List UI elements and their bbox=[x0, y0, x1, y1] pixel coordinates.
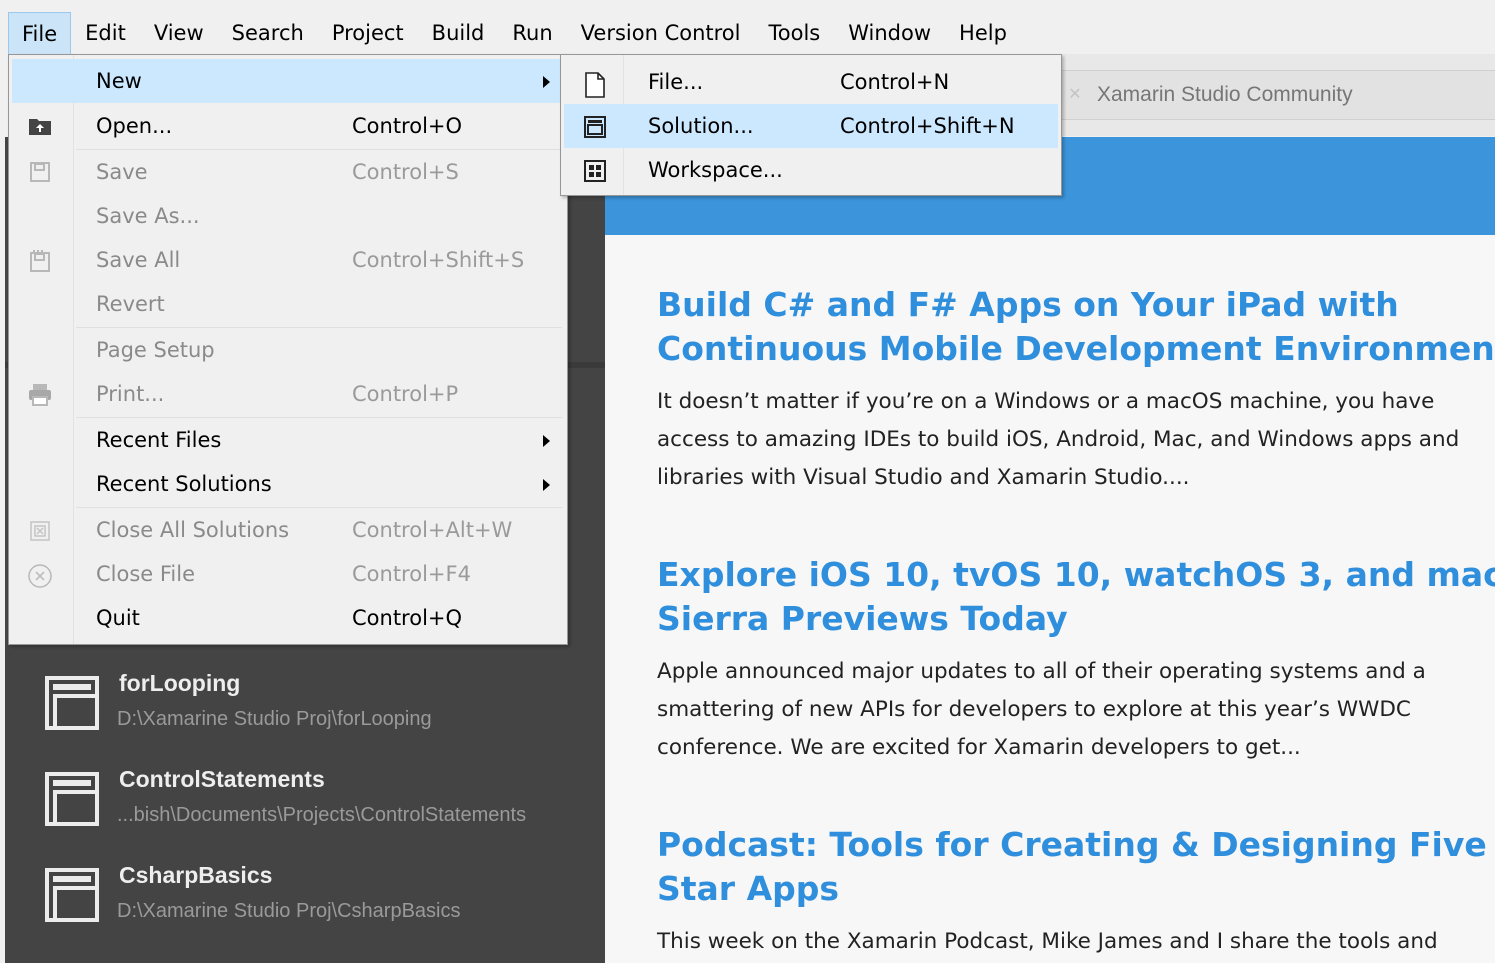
menu-item-new[interactable]: New bbox=[12, 59, 564, 103]
news-feed: Build C# and F# Apps on Your iPad with C… bbox=[605, 235, 1495, 963]
menu-item-label: File... bbox=[648, 70, 704, 94]
recent-solution-name: CsharpBasics bbox=[119, 862, 273, 888]
menu-item-save[interactable]: Save Control+S bbox=[12, 150, 564, 194]
close-circle-icon bbox=[26, 563, 54, 588]
menu-tools[interactable]: Tools bbox=[754, 12, 834, 54]
menu-item-label: Page Setup bbox=[96, 338, 215, 362]
workspace-icon bbox=[584, 160, 606, 182]
menu-item-label: Print... bbox=[96, 382, 165, 406]
submenu-arrow-icon bbox=[543, 76, 550, 88]
menu-item-shortcut: Control+O bbox=[352, 114, 463, 138]
menu-build[interactable]: Build bbox=[418, 12, 499, 54]
menu-project[interactable]: Project bbox=[318, 12, 418, 54]
menu-window[interactable]: Window bbox=[834, 12, 945, 54]
menu-item-shortcut: Control+Shift+S bbox=[352, 248, 525, 272]
submenu-arrow-icon bbox=[543, 479, 550, 491]
menu-item-revert[interactable]: Revert bbox=[12, 282, 564, 326]
menu-item-save-as[interactable]: Save As... bbox=[12, 194, 564, 238]
close-all-icon bbox=[26, 519, 54, 543]
menu-item-save-all[interactable]: Save All Control+Shift+S bbox=[12, 238, 564, 282]
menu-item-label: Save bbox=[96, 160, 148, 184]
news-article-summary: This week on the Xamarin Podcast, Mike J… bbox=[657, 929, 1438, 954]
news-article-title-line[interactable]: Sierra Previews Today bbox=[657, 597, 1495, 641]
menu-item-shortcut: Control+Shift+N bbox=[840, 114, 1015, 138]
menu-item-quit[interactable]: Quit Control+Q bbox=[12, 596, 564, 640]
menu-item-label: Revert bbox=[96, 292, 165, 316]
menu-bar: File Edit View Search Project Build Run … bbox=[0, 0, 1495, 54]
menu-item-shortcut: Control+Alt+W bbox=[352, 518, 513, 542]
menu-item-label: New bbox=[96, 69, 142, 93]
submenu-item-new-file[interactable]: File... Control+N bbox=[564, 60, 1058, 104]
menu-item-close-all-solutions[interactable]: Close All Solutions Control+Alt+W bbox=[12, 508, 564, 552]
menu-help[interactable]: Help bbox=[945, 12, 1021, 54]
menu-item-page-setup[interactable]: Page Setup bbox=[12, 328, 564, 372]
menu-item-label: Quit bbox=[96, 606, 140, 630]
menu-item-label: Close File bbox=[96, 562, 196, 586]
menu-item-label: Recent Files bbox=[96, 428, 222, 452]
recent-solution-path: ...bish\Documents\Projects\ControlStatem… bbox=[117, 804, 527, 826]
news-article-title-line[interactable]: Star Apps bbox=[657, 867, 1495, 911]
menu-item-print[interactable]: Print... Control+P bbox=[12, 372, 564, 416]
news-article: Podcast: Tools for Creating & Designing … bbox=[657, 823, 1495, 961]
menu-item-shortcut: Control+Q bbox=[352, 606, 463, 630]
print-icon bbox=[26, 383, 54, 407]
menu-view[interactable]: View bbox=[140, 12, 218, 54]
save-all-icon bbox=[26, 249, 54, 273]
solution-icon bbox=[45, 676, 99, 730]
file-menu-dropdown: New Open... Control+O Save Control+S Sav… bbox=[8, 54, 568, 645]
menu-item-label: Workspace... bbox=[648, 158, 783, 182]
file-icon bbox=[584, 72, 606, 98]
solution-icon bbox=[45, 772, 99, 826]
menu-version-control[interactable]: Version Control bbox=[567, 12, 755, 54]
menu-item-recent-files[interactable]: Recent Files bbox=[12, 418, 564, 462]
menu-item-label: Open... bbox=[96, 114, 173, 138]
menu-item-shortcut: Control+F4 bbox=[352, 562, 471, 586]
news-article-title-line[interactable]: Continuous Mobile Development Environmen… bbox=[657, 327, 1495, 371]
submenu-item-new-solution[interactable]: Solution... Control+Shift+N bbox=[564, 104, 1058, 148]
news-article-summary: It doesn’t matter if you’re on a Windows… bbox=[657, 389, 1460, 490]
solution-icon bbox=[45, 868, 99, 922]
menu-item-recent-solutions[interactable]: Recent Solutions bbox=[12, 462, 564, 506]
menu-item-label: Save All bbox=[96, 248, 181, 272]
tab-welcome[interactable]: ✕ Xamarin Studio Community bbox=[1060, 70, 1495, 120]
menu-edit[interactable]: Edit bbox=[71, 12, 140, 54]
menu-item-shortcut: Control+N bbox=[840, 70, 950, 94]
submenu-item-new-workspace[interactable]: Workspace... bbox=[564, 148, 1058, 192]
recent-solution-name: ControlStatements bbox=[119, 766, 325, 792]
menu-item-label: Close All Solutions bbox=[96, 518, 290, 542]
menu-item-shortcut: Control+P bbox=[352, 382, 459, 406]
menu-item-label: Recent Solutions bbox=[96, 472, 272, 496]
new-submenu: File... Control+N Solution... Control+Sh… bbox=[560, 54, 1062, 196]
news-article-summary: Apple announced major updates to all of … bbox=[657, 659, 1426, 760]
menu-item-shortcut: Control+S bbox=[352, 160, 459, 184]
submenu-arrow-icon bbox=[543, 435, 550, 447]
menu-item-label: Solution... bbox=[648, 114, 754, 138]
menu-search[interactable]: Search bbox=[218, 12, 318, 54]
menu-item-open[interactable]: Open... Control+O bbox=[12, 104, 564, 148]
news-article: Build C# and F# Apps on Your iPad with C… bbox=[657, 283, 1495, 497]
save-icon bbox=[26, 161, 54, 185]
tab-label: Xamarin Studio Community bbox=[1097, 83, 1353, 106]
menu-item-close-file[interactable]: Close File Control+F4 bbox=[12, 552, 564, 596]
recent-solution-path: D:\Xamarine Studio Proj\forLooping bbox=[117, 708, 432, 730]
solution-icon bbox=[584, 116, 606, 138]
menu-file[interactable]: File bbox=[8, 12, 72, 54]
recent-solution-item[interactable]: forLooping D:\Xamarine Studio Proj\forLo… bbox=[5, 668, 605, 760]
news-article: Explore iOS 10, tvOS 10, watchOS 3, and … bbox=[657, 553, 1495, 767]
open-folder-icon bbox=[26, 115, 54, 139]
news-article-title-line[interactable]: Build C# and F# Apps on Your iPad with bbox=[657, 283, 1495, 327]
menu-item-label: Save As... bbox=[96, 204, 200, 228]
recent-solution-item[interactable]: CsharpBasics D:\Xamarine Studio Proj\Csh… bbox=[5, 860, 605, 952]
recent-solution-item[interactable]: ControlStatements ...bish\Documents\Proj… bbox=[5, 764, 605, 856]
menu-run[interactable]: Run bbox=[498, 12, 566, 54]
menu-bar-items: File Edit View Search Project Build Run … bbox=[8, 12, 1021, 54]
recent-solution-path: D:\Xamarine Studio Proj\CsharpBasics bbox=[117, 900, 461, 922]
news-article-title-line[interactable]: Podcast: Tools for Creating & Designing … bbox=[657, 823, 1495, 867]
news-article-title-line[interactable]: Explore iOS 10, tvOS 10, watchOS 3, and … bbox=[657, 553, 1495, 597]
close-icon[interactable]: ✕ bbox=[1065, 84, 1085, 104]
recent-solution-name: forLooping bbox=[119, 670, 241, 696]
